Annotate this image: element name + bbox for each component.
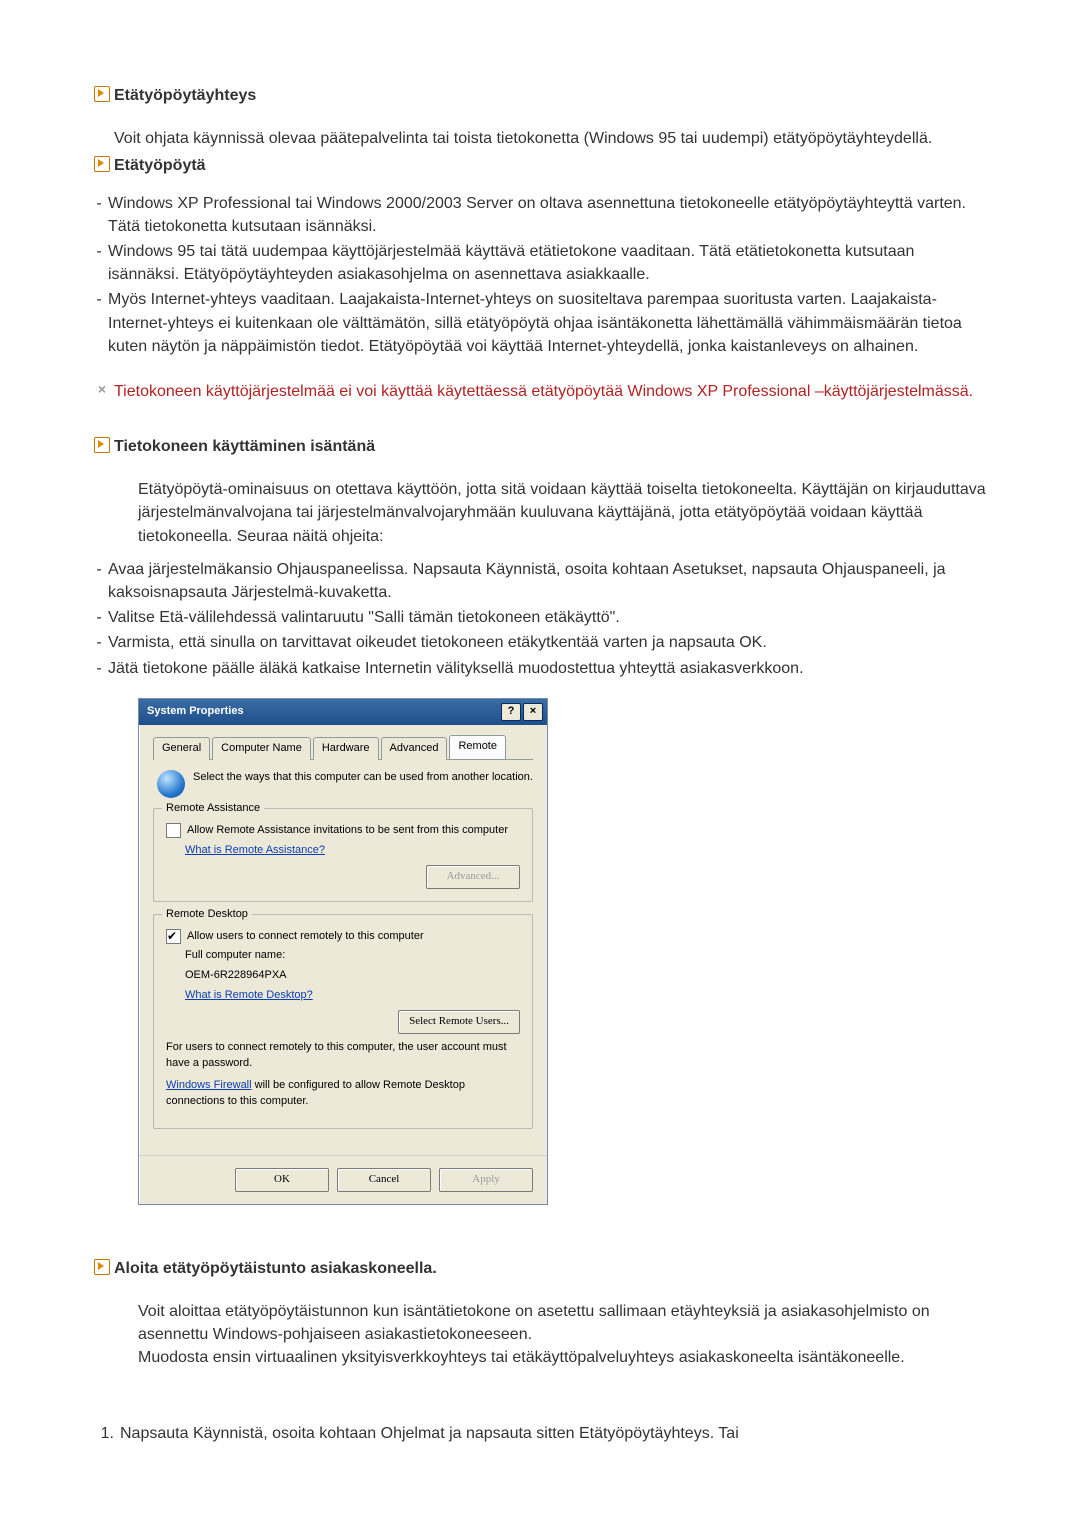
remote-assistance-link[interactable]: What is Remote Assistance? — [185, 844, 325, 856]
tab-computer-name[interactable]: Computer Name — [212, 737, 311, 760]
remote-assistance-button-row: Advanced... — [166, 865, 520, 889]
page-heading: Etätyöpöytäyhteys — [114, 84, 990, 107]
step-1-row: 1. Napsauta Käynnistä, osoita kohtaan Oh… — [90, 1422, 990, 1445]
icon-gutter — [90, 154, 114, 172]
step-number: 1. — [90, 1422, 120, 1445]
dialog-button-bar: OK Cancel Apply — [139, 1155, 547, 1204]
remote-desktop-legend: Remote Desktop — [162, 907, 252, 923]
tab-strip: General Computer Name Hardware Advanced … — [153, 735, 533, 760]
full-computer-name-label: Full computer name: — [185, 948, 520, 964]
section-3-title: Aloita etätyöpöytäistunto asiakaskoneell… — [114, 1257, 990, 1280]
remote-assistance-legend: Remote Assistance — [162, 801, 264, 817]
checkbox-icon[interactable] — [166, 929, 181, 944]
dialog-body: General Computer Name Hardware Advanced … — [139, 725, 547, 1155]
remote-desktop-group: Remote Desktop Allow users to connect re… — [153, 914, 533, 1129]
cancel-button[interactable]: Cancel — [337, 1168, 431, 1192]
icon-gutter — [90, 84, 114, 102]
remote-desktop-link-row: What is Remote Desktop? — [185, 988, 520, 1004]
windows-firewall-link[interactable]: Windows Firewall — [166, 1079, 252, 1091]
x-icon: × — [95, 382, 109, 396]
remote-assistance-link-row: What is Remote Assistance? — [166, 843, 520, 859]
warning-row: × Tietokoneen käyttöjärjestelmää ei voi … — [90, 380, 990, 403]
remote-desktop-button-row: Select Remote Users... — [166, 1010, 520, 1034]
list-item-text: Windows XP Professional tai Windows 2000… — [108, 192, 990, 238]
list-item-text: Myös Internet-yhteys vaaditaan. Laajakai… — [108, 288, 990, 358]
list-item: Myös Internet-yhteys vaaditaan. Laajakai… — [90, 288, 990, 358]
section-1-title: Etätyöpöytä — [114, 154, 990, 177]
tab-hardware[interactable]: Hardware — [313, 737, 379, 760]
checkbox-icon[interactable] — [166, 823, 181, 838]
section-1-list: Windows XP Professional tai Windows 2000… — [90, 192, 990, 358]
select-remote-users-button[interactable]: Select Remote Users... — [398, 1010, 520, 1034]
icon-gutter — [90, 1257, 114, 1275]
warning-text: Tietokoneen käyttöjärjestelmää ei voi kä… — [114, 380, 990, 403]
play-icon — [94, 156, 110, 172]
close-button[interactable]: × — [523, 703, 543, 721]
list-item: Valitse Etä-välilehdessä valintaruutu "S… — [90, 606, 990, 629]
section-2-paragraph: Etätyöpöytä-ominaisuus on otettava käytt… — [90, 478, 990, 548]
advanced-button[interactable]: Advanced... — [426, 865, 520, 889]
tab-advanced[interactable]: Advanced — [381, 737, 448, 760]
section-3-paragraph-1: Voit aloittaa etätyöpöytäistunnon kun is… — [90, 1300, 990, 1346]
tab-remote[interactable]: Remote — [449, 735, 506, 759]
tab-general[interactable]: General — [153, 737, 210, 760]
remote-assistance-checkbox-label: Allow Remote Assistance invitations to b… — [187, 823, 508, 839]
dialog-header-row: Select the ways that this computer can b… — [157, 770, 533, 798]
icon-gutter — [90, 435, 114, 453]
list-item: Avaa järjestelmäkansio Ohjauspaneelissa.… — [90, 558, 990, 604]
section-3-paragraph-2: Muodosta ensin virtuaalinen yksityisverk… — [90, 1346, 990, 1369]
section-2-title: Tietokoneen käyttäminen isäntänä — [114, 435, 990, 458]
list-item: Varmista, että sinulla on tarvittavat oi… — [90, 631, 990, 654]
list-item: Windows XP Professional tai Windows 2000… — [90, 192, 990, 238]
dialog-header-text: Select the ways that this computer can b… — [193, 770, 533, 786]
list-item-text: Valitse Etä-välilehdessä valintaruutu "S… — [108, 606, 620, 629]
play-icon — [94, 1259, 110, 1275]
remote-desktop-checkbox-row[interactable]: Allow users to connect remotely to this … — [166, 929, 520, 945]
remote-desktop-checkbox-label: Allow users to connect remotely to this … — [187, 929, 424, 945]
remote-assistance-group: Remote Assistance Allow Remote Assistanc… — [153, 808, 533, 902]
list-item-text: Varmista, että sinulla on tarvittavat oi… — [108, 631, 767, 654]
remote-desktop-link[interactable]: What is Remote Desktop? — [185, 989, 313, 1001]
play-icon — [94, 437, 110, 453]
list-item: Windows 95 tai tätä uudempaa käyttöjärje… — [90, 240, 990, 286]
list-item-text: Jätä tietokone päälle äläkä katkaise Int… — [108, 657, 804, 680]
titlebar-buttons: ? × — [501, 703, 543, 721]
system-properties-dialog: System Properties ? × General Computer N… — [138, 698, 548, 1205]
section-1-row: Etätyöpöytä — [90, 154, 990, 177]
remote-desktop-note: For users to connect remotely to this co… — [166, 1040, 520, 1072]
list-item: Jätä tietokone päälle äläkä katkaise Int… — [90, 657, 990, 680]
help-button[interactable]: ? — [501, 703, 521, 721]
section-2-row: Tietokoneen käyttäminen isäntänä — [90, 435, 990, 458]
dialog-titlebar: System Properties ? × — [139, 699, 547, 725]
apply-button[interactable]: Apply — [439, 1168, 533, 1192]
intro-paragraph: Voit ohjata käynnissä olevaa päätepalvel… — [90, 127, 990, 150]
section-3-row: Aloita etätyöpöytäistunto asiakaskoneell… — [90, 1257, 990, 1280]
list-item-text: Windows 95 tai tätä uudempaa käyttöjärje… — [108, 240, 990, 286]
section-2-list: Avaa järjestelmäkansio Ohjauspaneelissa.… — [90, 558, 990, 680]
ok-button[interactable]: OK — [235, 1168, 329, 1192]
globe-icon — [157, 770, 185, 798]
heading-row: Etätyöpöytäyhteys — [90, 84, 990, 107]
dialog-title: System Properties — [147, 704, 244, 720]
play-icon — [94, 86, 110, 102]
list-item-text: Avaa järjestelmäkansio Ohjauspaneelissa.… — [108, 558, 990, 604]
step-1-text: Napsauta Käynnistä, osoita kohtaan Ohjel… — [120, 1422, 990, 1445]
icon-gutter: × — [90, 380, 114, 396]
full-computer-name-value: OEM-6R228964PXA — [185, 968, 520, 984]
remote-assistance-checkbox-row[interactable]: Allow Remote Assistance invitations to b… — [166, 823, 520, 839]
firewall-note: Windows Firewall will be configured to a… — [166, 1078, 520, 1110]
